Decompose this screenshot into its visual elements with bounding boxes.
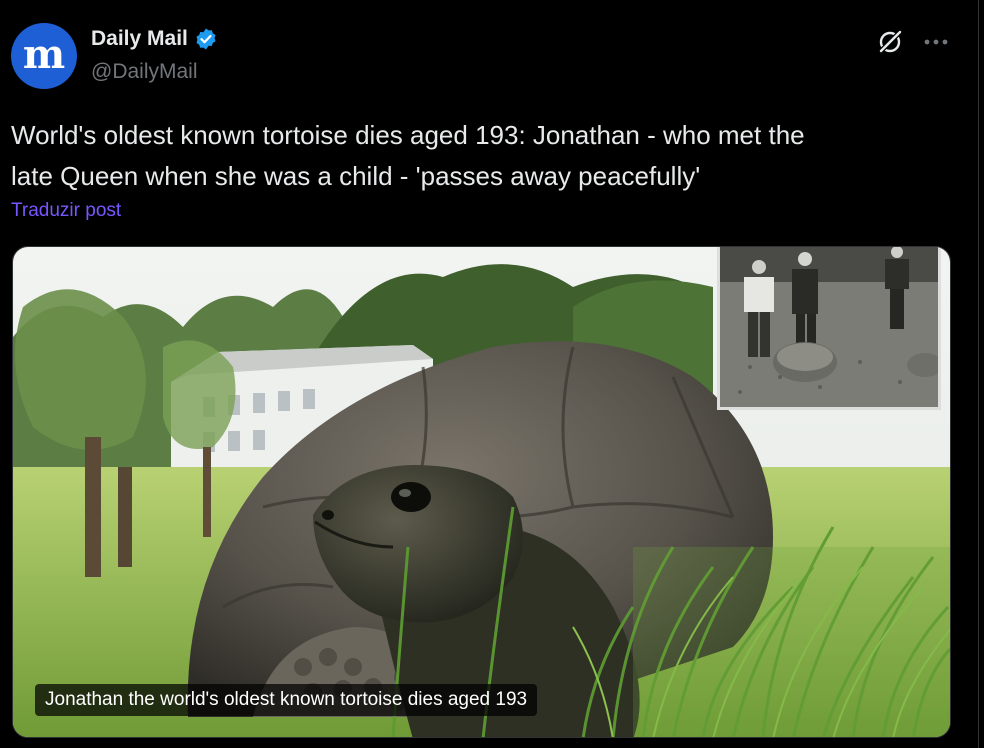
post-media[interactable]: Jonathan the world's oldest known tortoi… <box>12 246 951 738</box>
avatar-letter: m <box>23 36 65 76</box>
author-handle[interactable]: @DailyMail <box>91 60 198 84</box>
post-text: World's oldest known tortoise dies aged … <box>11 120 805 191</box>
daily-mail-logo-icon: m <box>23 36 65 76</box>
avatar[interactable]: m <box>11 23 77 89</box>
translate-post-link[interactable]: Traduzir post <box>11 200 121 222</box>
media-caption: Jonathan the world's oldest known tortoi… <box>35 684 538 716</box>
grok-button[interactable] <box>874 27 906 57</box>
author-name-row[interactable]: Daily Mail <box>91 27 218 51</box>
grok-icon <box>878 29 903 54</box>
author-display-name[interactable]: Daily Mail <box>91 27 188 51</box>
verified-badge-icon <box>194 27 218 51</box>
timeline-border <box>978 0 979 748</box>
more-options-button[interactable] <box>920 27 952 57</box>
more-options-icon <box>924 39 948 45</box>
historical-black-and-white-photo <box>717 247 941 410</box>
